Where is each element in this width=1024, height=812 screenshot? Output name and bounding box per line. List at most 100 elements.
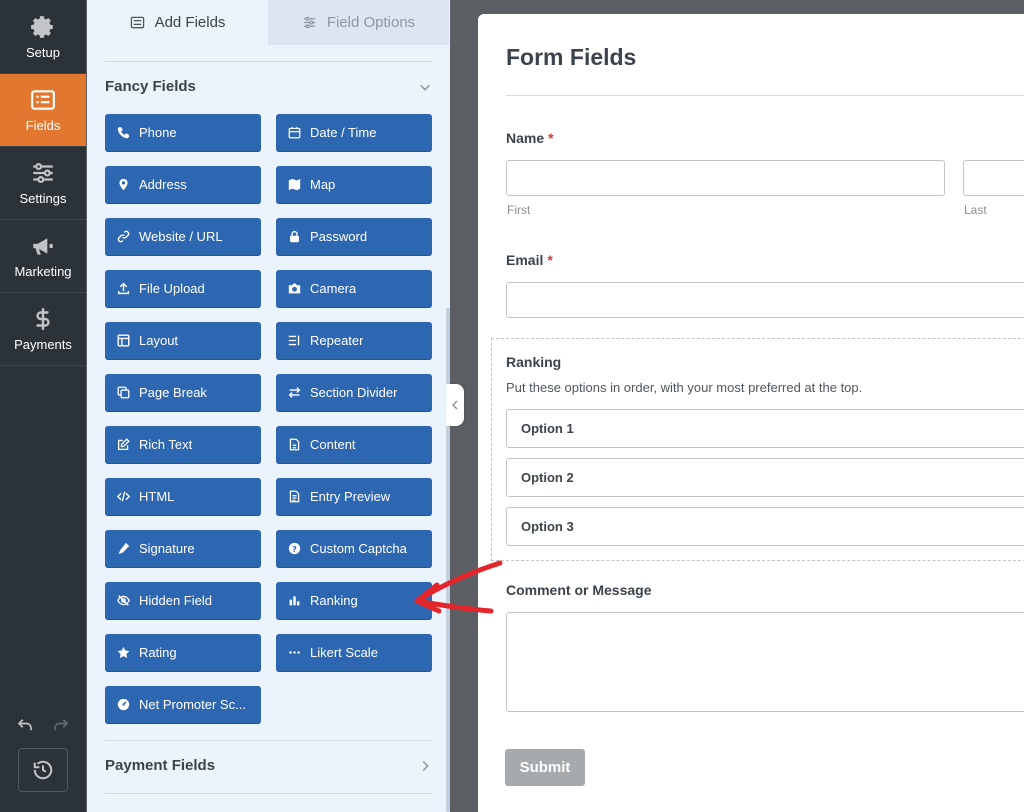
collapse-panel-button[interactable] [446, 384, 464, 426]
question-icon: ? [288, 542, 301, 555]
map-icon [288, 178, 301, 191]
document-icon [289, 490, 300, 503]
field-button-repeater[interactable]: Repeater [276, 322, 432, 359]
panel-tabs: Add Fields Field Options [87, 0, 450, 45]
field-label: Entry Preview [310, 489, 391, 504]
gauge-icon [117, 698, 130, 711]
field-button-content[interactable]: Content [276, 426, 432, 463]
redo-icon[interactable] [52, 716, 70, 734]
field-button-layout[interactable]: Layout [105, 322, 261, 359]
field-label: Hidden Field [139, 593, 212, 608]
email-field-label[interactable]: Email * [506, 252, 553, 268]
ranking-field-label: Ranking [506, 354, 562, 370]
divider [506, 95, 1024, 96]
revision-history-button[interactable] [18, 748, 68, 792]
field-label: Date / Time [310, 125, 377, 140]
name-field-label[interactable]: Name * [506, 130, 554, 146]
nav-item-setup[interactable]: Setup [0, 0, 86, 74]
field-button-file-upload[interactable]: File Upload [105, 270, 261, 307]
divider [105, 740, 432, 741]
field-button-rich-text[interactable]: Rich Text [105, 426, 261, 463]
copy-icon [117, 386, 130, 399]
link-icon [117, 230, 130, 243]
option-label: Option 3 [521, 519, 574, 534]
megaphone-icon [33, 238, 53, 255]
svg-text:?: ? [292, 544, 297, 554]
annotation-arrow [414, 560, 503, 614]
field-button-rating[interactable]: Rating [105, 634, 261, 671]
last-name-input[interactable] [963, 160, 1024, 196]
required-mark: * [547, 252, 553, 268]
nav-item-settings[interactable]: Settings [0, 147, 86, 220]
field-label: Map [310, 177, 336, 192]
field-label: File Upload [139, 281, 205, 296]
field-button-map[interactable]: Map [276, 166, 432, 203]
lock-icon [290, 230, 299, 243]
field-button-phone[interactable]: Phone [105, 114, 261, 151]
upload-icon [117, 282, 130, 295]
ranking-option[interactable]: Option 3 [506, 507, 1024, 546]
list-icon [31, 90, 55, 110]
undo-icon[interactable] [16, 716, 34, 734]
field-label: Website / URL [139, 229, 223, 244]
ranking-option[interactable]: Option 1 [506, 409, 1024, 448]
nav-item-fields[interactable]: Fields [0, 74, 86, 147]
chevron-left-icon [451, 400, 458, 410]
tab-add-fields[interactable]: Add Fields [87, 0, 268, 45]
section-title: Fancy Fields [105, 78, 196, 95]
first-name-input[interactable] [506, 160, 945, 196]
field-label: Likert Scale [310, 645, 378, 660]
field-label: Net Promoter Sc... [139, 697, 246, 712]
divider [105, 61, 432, 62]
history-icon [33, 760, 53, 780]
tab-label: Field Options [326, 14, 416, 31]
field-button-section-divider[interactable]: Section Divider [276, 374, 432, 411]
builder-sidebar-nav: Setup Fields Settings Marketing Payments [0, 0, 86, 812]
field-button-page-break[interactable]: Page Break [105, 374, 261, 411]
add-fields-panel: Add Fields Field Options Fancy Fields Ph… [87, 0, 450, 812]
field-button-date-time[interactable]: Date / Time [276, 114, 432, 151]
field-label: Phone [139, 125, 177, 140]
field-button-net-promoter-score[interactable]: Net Promoter Sc... [105, 686, 261, 723]
ranking-option[interactable]: Option 2 [506, 458, 1024, 497]
payment-fields-header[interactable]: Payment Fields [105, 757, 432, 774]
label-text: Name [506, 130, 545, 146]
section-title: Payment Fields [105, 757, 216, 774]
field-label: Layout [139, 333, 179, 348]
field-button-hidden-field[interactable]: Hidden Field [105, 582, 261, 619]
fancy-fields-grid: Phone Date / Time Address Map Website / … [105, 114, 433, 723]
list-icon [130, 16, 144, 29]
star-icon [117, 646, 130, 659]
nav-item-payments[interactable]: Payments [0, 293, 86, 366]
field-label: Rich Text [139, 437, 193, 452]
field-button-website-url[interactable]: Website / URL [105, 218, 261, 255]
field-button-entry-preview[interactable]: Entry Preview [276, 478, 432, 515]
field-label: Signature [139, 541, 195, 556]
form-preview: Form Fields Name * First Last Email * Rank… [478, 14, 1024, 812]
nav-item-marketing[interactable]: Marketing [0, 220, 86, 293]
last-sublabel: Last [964, 203, 987, 217]
sliders-icon [303, 16, 315, 29]
email-input[interactable] [506, 282, 1024, 318]
field-button-html[interactable]: HTML [105, 478, 261, 515]
nav-label: Marketing [14, 264, 72, 279]
phone-icon [117, 126, 130, 139]
layout-icon [117, 334, 130, 347]
field-button-password[interactable]: Password [276, 218, 432, 255]
submit-button[interactable]: Submit [505, 749, 585, 786]
tab-label: Add Fields [154, 14, 226, 31]
nav-label: Payments [14, 337, 72, 352]
tab-field-options[interactable]: Field Options [268, 0, 449, 45]
field-button-likert-scale[interactable]: Likert Scale [276, 634, 432, 671]
field-label: Content [310, 437, 356, 452]
field-label: Repeater [310, 333, 364, 348]
map-pin-icon [119, 178, 128, 191]
field-button-address[interactable]: Address [105, 166, 261, 203]
nav-bottom-tools [0, 716, 86, 812]
field-button-signature[interactable]: Signature [105, 530, 261, 567]
first-sublabel: First [507, 203, 531, 217]
divider [105, 793, 432, 794]
fancy-fields-header[interactable]: Fancy Fields [105, 78, 432, 95]
comment-textarea[interactable] [506, 612, 1024, 712]
field-button-camera[interactable]: Camera [276, 270, 432, 307]
